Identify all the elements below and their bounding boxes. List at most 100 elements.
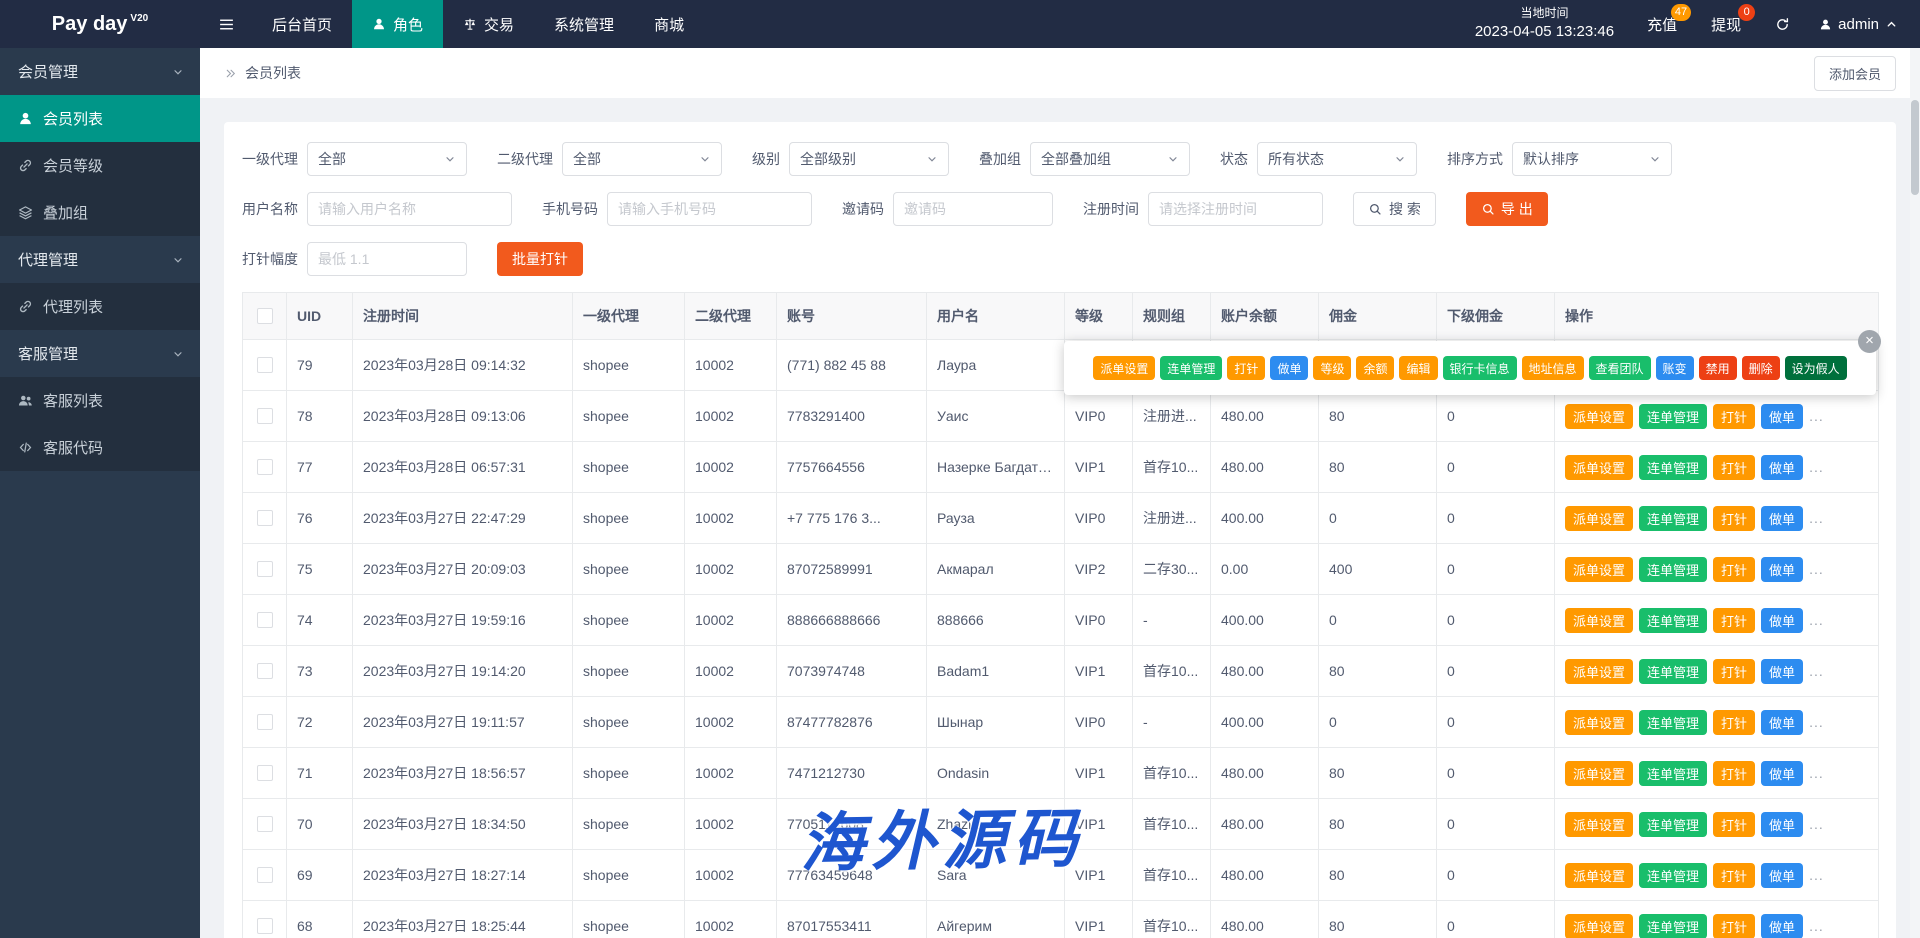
- export-button[interactable]: 导 出: [1465, 192, 1548, 226]
- level-select[interactable]: 全部级别: [789, 142, 949, 176]
- status-select[interactable]: 所有状态: [1257, 142, 1417, 176]
- nav-item-mall[interactable]: 商城: [634, 0, 704, 48]
- more-actions-button[interactable]: ...: [1809, 612, 1824, 628]
- do-order-button[interactable]: 做单: [1761, 913, 1804, 938]
- sidebar-toggle-button[interactable]: [200, 0, 252, 48]
- do-order-button[interactable]: 做单: [1761, 454, 1804, 480]
- chain-order-manage-button[interactable]: 连单管理: [1639, 454, 1708, 480]
- row-checkbox[interactable]: [256, 663, 273, 679]
- dispatch-settings-button[interactable]: 派单设置: [1565, 862, 1634, 888]
- do-order-button[interactable]: 做单: [1761, 862, 1804, 888]
- dispatch-settings-button[interactable]: 派单设置: [1565, 454, 1634, 480]
- inject-range-input[interactable]: [307, 242, 467, 276]
- sidebar-group-2[interactable]: 代理管理: [0, 236, 200, 283]
- row-checkbox[interactable]: [256, 459, 273, 475]
- level-button[interactable]: 等级: [1313, 356, 1352, 380]
- dispatch-settings-button[interactable]: 派单设置: [1565, 403, 1634, 429]
- bank-info-button[interactable]: 银行卡信息: [1442, 356, 1517, 380]
- add-member-button[interactable]: 添加会员: [1813, 55, 1896, 91]
- do-order-button[interactable]: 做单: [1761, 403, 1804, 429]
- inject-button[interactable]: 打针: [1713, 454, 1756, 480]
- admin-menu[interactable]: admin: [1807, 16, 1920, 33]
- more-actions-button[interactable]: ...: [1809, 765, 1824, 781]
- popup-close-button[interactable]: ×: [1858, 330, 1881, 353]
- address-info-button[interactable]: 地址信息: [1521, 356, 1584, 380]
- dispatch-settings-button[interactable]: 派单设置: [1565, 913, 1634, 938]
- chain-order-manage-button[interactable]: 连单管理: [1639, 658, 1708, 684]
- recharge-button[interactable]: 充值 47: [1630, 0, 1694, 48]
- do-order-button[interactable]: 做单: [1761, 556, 1804, 582]
- username-input[interactable]: [307, 192, 512, 226]
- disable-button[interactable]: 禁用: [1698, 356, 1737, 380]
- edit-button[interactable]: 编辑: [1399, 356, 1438, 380]
- balance-button[interactable]: 余额: [1356, 356, 1395, 380]
- do-order-button[interactable]: 做单: [1761, 658, 1804, 684]
- row-checkbox[interactable]: [256, 357, 273, 373]
- select-all-checkbox[interactable]: [256, 308, 273, 324]
- inject-button[interactable]: 打针: [1713, 505, 1756, 531]
- sidebar-group-1[interactable]: 会员管理: [0, 48, 200, 95]
- row-checkbox[interactable]: [256, 867, 273, 883]
- nav-item-dashboard[interactable]: 后台首页: [252, 0, 352, 48]
- row-checkbox[interactable]: [256, 714, 273, 730]
- inject-button[interactable]: 打针: [1227, 356, 1266, 380]
- dispatch-settings-button[interactable]: 派单设置: [1565, 607, 1634, 633]
- chain-order-manage-button[interactable]: 连单管理: [1639, 505, 1708, 531]
- agent1-select[interactable]: 全部: [307, 142, 467, 176]
- do-order-button[interactable]: 做单: [1270, 356, 1309, 380]
- chain-order-manage-button[interactable]: 连单管理: [1639, 403, 1708, 429]
- sidebar-item[interactable]: 客服列表: [0, 377, 200, 424]
- refresh-button[interactable]: [1758, 0, 1807, 48]
- inject-button[interactable]: 打针: [1713, 760, 1756, 786]
- dispatch-settings-button[interactable]: 派单设置: [1565, 709, 1634, 735]
- do-order-button[interactable]: 做单: [1761, 505, 1804, 531]
- do-order-button[interactable]: 做单: [1761, 709, 1804, 735]
- invite-code-input[interactable]: [893, 192, 1053, 226]
- row-checkbox[interactable]: [256, 510, 273, 526]
- sort-select[interactable]: 默认排序: [1512, 142, 1672, 176]
- chain-order-manage-button[interactable]: 连单管理: [1639, 709, 1708, 735]
- more-actions-button[interactable]: ...: [1809, 510, 1824, 526]
- sidebar-group-3[interactable]: 客服管理: [0, 330, 200, 377]
- inject-button[interactable]: 打针: [1713, 607, 1756, 633]
- sidebar-item[interactable]: 叠加组: [0, 189, 200, 236]
- dispatch-settings-button[interactable]: 派单设置: [1565, 556, 1634, 582]
- sidebar-item[interactable]: 会员列表: [0, 95, 200, 142]
- agent2-select[interactable]: 全部: [562, 142, 722, 176]
- row-checkbox[interactable]: [256, 765, 273, 781]
- sidebar-item[interactable]: 客服代码: [0, 424, 200, 471]
- chain-order-manage-button[interactable]: 连单管理: [1639, 607, 1708, 633]
- chain-order-manage-button[interactable]: 连单管理: [1639, 862, 1708, 888]
- do-order-button[interactable]: 做单: [1761, 607, 1804, 633]
- sidebar-item[interactable]: 代理列表: [0, 283, 200, 330]
- dispatch-settings-button[interactable]: 派单设置: [1565, 760, 1634, 786]
- delete-button[interactable]: 删除: [1741, 356, 1780, 380]
- chain-order-manage-button[interactable]: 连单管理: [1639, 811, 1708, 837]
- account-change-button[interactable]: 账变: [1655, 356, 1694, 380]
- chain-order-manage-button[interactable]: 连单管理: [1639, 913, 1708, 938]
- dispatch-settings-button[interactable]: 派单设置: [1565, 505, 1634, 531]
- more-actions-button[interactable]: ...: [1809, 663, 1824, 679]
- chain-order-manage-button[interactable]: 连单管理: [1639, 556, 1708, 582]
- inject-button[interactable]: 打针: [1713, 913, 1756, 938]
- row-checkbox[interactable]: [256, 918, 273, 934]
- view-team-button[interactable]: 查看团队: [1588, 356, 1651, 380]
- batch-inject-button[interactable]: 批量打针: [497, 242, 583, 276]
- do-order-button[interactable]: 做单: [1761, 760, 1804, 786]
- dispatch-settings-button[interactable]: 派单设置: [1093, 356, 1156, 380]
- set-fake-button[interactable]: 设为假人: [1784, 356, 1847, 380]
- inject-button[interactable]: 打针: [1713, 403, 1756, 429]
- row-checkbox[interactable]: [256, 612, 273, 628]
- more-actions-button[interactable]: ...: [1809, 459, 1824, 475]
- inject-button[interactable]: 打针: [1713, 811, 1756, 837]
- do-order-button[interactable]: 做单: [1761, 811, 1804, 837]
- reg-time-input[interactable]: [1148, 192, 1323, 226]
- dispatch-settings-button[interactable]: 派单设置: [1565, 658, 1634, 684]
- inject-button[interactable]: 打针: [1713, 709, 1756, 735]
- phone-input[interactable]: [607, 192, 812, 226]
- search-button[interactable]: 搜 索: [1353, 192, 1436, 226]
- dispatch-settings-button[interactable]: 派单设置: [1565, 811, 1634, 837]
- row-checkbox[interactable]: [256, 408, 273, 424]
- inject-button[interactable]: 打针: [1713, 862, 1756, 888]
- nav-item-transactions[interactable]: 交易: [443, 0, 534, 48]
